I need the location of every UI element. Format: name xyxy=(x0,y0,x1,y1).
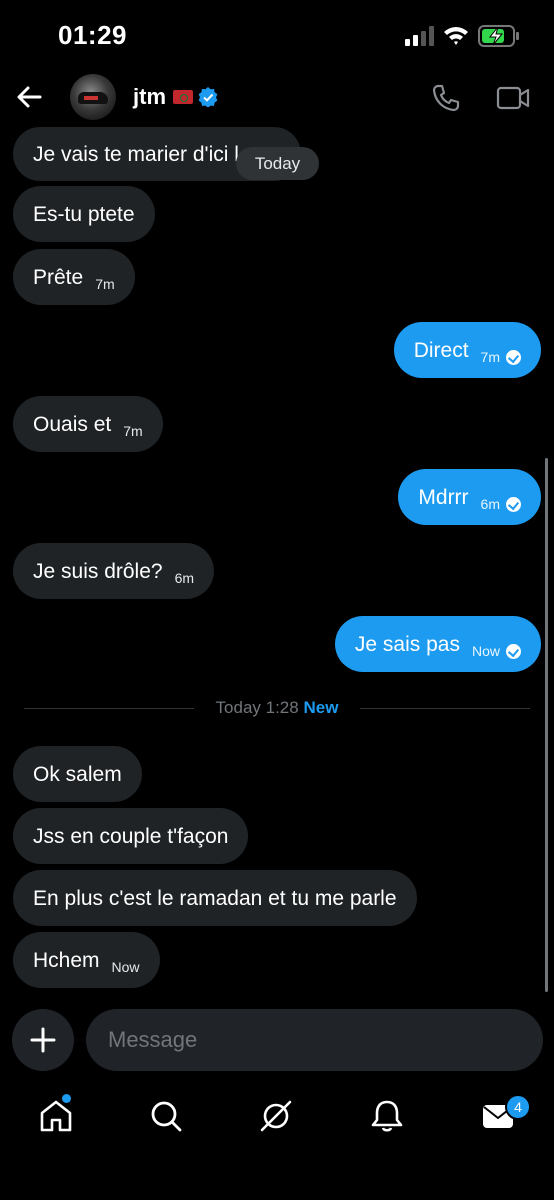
message-bubble-incoming[interactable]: En plus c'est le ramadan et tu me parle xyxy=(13,870,417,926)
message-bubble-outgoing[interactable]: Je sais pas Now xyxy=(334,616,541,672)
message-text: Jss en couple t'façon xyxy=(33,824,229,848)
divider-timestamp: Today 1:28 xyxy=(215,698,299,717)
message-text: Direct xyxy=(413,338,469,362)
back-arrow-icon[interactable] xyxy=(14,82,44,112)
new-messages-divider: Today 1:28 New xyxy=(0,698,554,718)
message-bubble-outgoing[interactable]: Mdrrr 6m xyxy=(398,469,541,525)
message-text: Mdrrr xyxy=(418,485,469,509)
message-text: En plus c'est le ramadan et tu me parle xyxy=(33,886,397,910)
message-text: Je vais te marier d'ici l xyxy=(33,142,239,166)
message-bubble-incoming[interactable]: Hchem Now xyxy=(13,932,160,988)
message-timestamp: Now xyxy=(111,959,140,975)
avatar[interactable] xyxy=(70,74,116,120)
message-timestamp: Now xyxy=(471,643,500,659)
message-bubble-incoming[interactable]: Jss en couple t'façon xyxy=(13,808,249,864)
message-timestamp: 7m xyxy=(480,349,500,365)
message-text: Prête xyxy=(33,265,84,289)
morocco-flag-icon xyxy=(173,90,193,104)
message-timestamp: 7m xyxy=(123,423,143,439)
conversation-username[interactable]: jtm xyxy=(133,84,166,110)
scrollbar[interactable] xyxy=(545,458,548,992)
video-call-icon[interactable] xyxy=(496,84,530,112)
message-input[interactable] xyxy=(86,1009,543,1071)
messages-unread-badge: 4 xyxy=(505,1094,531,1120)
search-icon[interactable] xyxy=(146,1096,186,1136)
new-label: New xyxy=(303,698,339,717)
read-receipt-icon xyxy=(506,496,521,512)
message-bubble-incoming[interactable]: Ouais et 7m xyxy=(13,396,163,452)
status-time: 01:29 xyxy=(58,20,127,50)
message-text: Ouais et xyxy=(33,412,112,436)
plus-icon xyxy=(30,1027,56,1053)
phone-call-icon[interactable] xyxy=(430,82,462,114)
message-bubble-incoming[interactable]: Je suis drôle? 6m xyxy=(13,543,215,599)
battery-charging-icon xyxy=(478,25,519,47)
message-text: Je sais pas xyxy=(354,632,460,656)
message-timestamp: 7m xyxy=(95,276,115,292)
message-text: Hchem xyxy=(33,948,100,972)
wifi-icon xyxy=(444,27,468,45)
add-attachment-button[interactable] xyxy=(12,1009,74,1071)
cell-signal-icon xyxy=(405,26,434,46)
home-notification-dot xyxy=(62,1094,71,1103)
message-timestamp: 6m xyxy=(480,496,500,512)
grok-icon[interactable] xyxy=(256,1096,296,1136)
message-text: Je suis drôle? xyxy=(33,559,163,583)
message-bubble-incoming[interactable]: Ok salem xyxy=(13,746,142,802)
verified-badge-icon xyxy=(198,87,218,107)
message-bubble-incoming[interactable]: Prête 7m xyxy=(13,249,135,305)
notifications-bell-icon[interactable] xyxy=(367,1096,407,1136)
read-receipt-icon xyxy=(506,349,521,365)
date-pill: Today xyxy=(236,147,319,180)
message-bubble-outgoing[interactable]: Direct 7m xyxy=(393,322,541,378)
message-text: Ok salem xyxy=(33,762,122,786)
message-timestamp: 6m xyxy=(174,570,195,586)
home-icon[interactable] xyxy=(36,1096,76,1136)
message-bubble-incoming[interactable]: Es-tu ptete xyxy=(13,186,155,242)
message-text: Es-tu ptete xyxy=(33,202,135,226)
read-receipt-icon xyxy=(506,643,521,659)
